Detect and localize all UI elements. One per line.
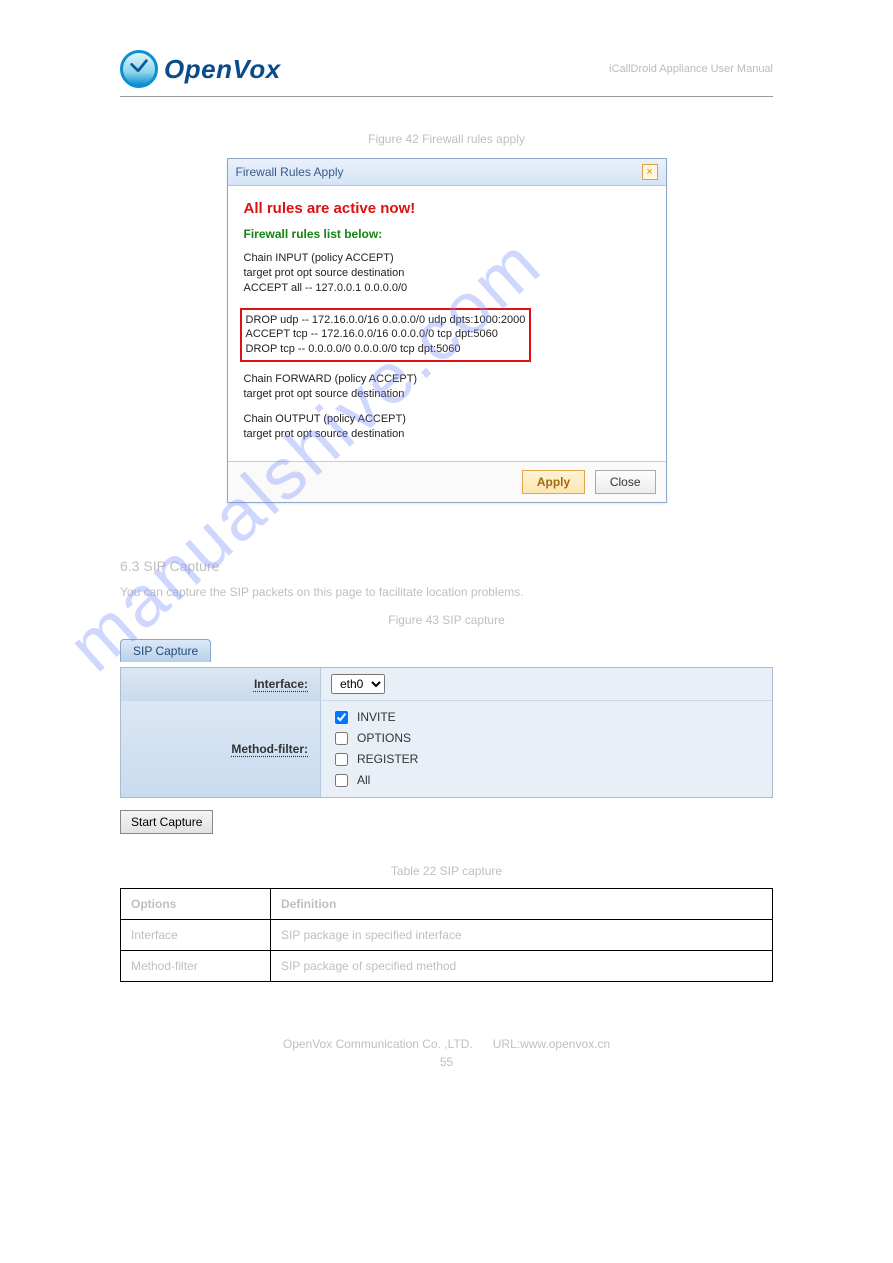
apply-button[interactable]: Apply	[522, 470, 585, 494]
table-header: Definition	[271, 888, 773, 919]
page-number: 55	[120, 1055, 773, 1069]
interface-select[interactable]: eth0	[331, 674, 385, 694]
sip-capture-table: Options Definition Interface SIP package…	[120, 888, 773, 982]
table-header: Options	[121, 888, 271, 919]
options-label: OPTIONS	[357, 731, 411, 745]
highlighted-rules-box: DROP udp -- 172.16.0.0/16 0.0.0.0/0 udp …	[240, 308, 532, 363]
all-label: All	[357, 773, 370, 787]
sip-capture-tab[interactable]: SIP Capture	[120, 639, 211, 662]
page-header: OpenVox iCallDroid Appliance User Manual	[120, 50, 773, 97]
rules-line: ACCEPT tcp -- 172.16.0.0/16 0.0.0.0/0 tc…	[246, 327, 526, 342]
table-cell: SIP package of specified method	[271, 950, 773, 981]
rules-line: ACCEPT all -- 127.0.0.1 0.0.0.0/0	[244, 281, 650, 296]
close-icon[interactable]: ×	[642, 164, 658, 180]
section-paragraph: You can capture the SIP packets on this …	[120, 582, 773, 602]
invite-checkbox[interactable]	[335, 711, 348, 724]
options-checkbox[interactable]	[335, 732, 348, 745]
close-button[interactable]: Close	[595, 470, 656, 494]
sip-capture-panel: Interface: eth0 Method-filter: INVITE	[120, 667, 773, 798]
table-cell: SIP package in specified interface	[271, 919, 773, 950]
logo: OpenVox	[120, 50, 281, 88]
status-message: All rules are active now!	[244, 200, 650, 217]
register-checkbox[interactable]	[335, 753, 348, 766]
rules-line: target prot opt source destination	[244, 387, 650, 402]
rules-line: DROP udp -- 172.16.0.0/16 0.0.0.0/0 udp …	[246, 313, 526, 328]
rules-list-heading: Firewall rules list below:	[244, 227, 650, 241]
rules-line: target prot opt source destination	[244, 266, 650, 281]
section-heading: 6.3 SIP Capture	[120, 558, 773, 574]
dialog-title: Firewall Rules Apply	[236, 165, 344, 179]
dialog-footer: Apply Close	[228, 461, 666, 502]
invite-label: INVITE	[357, 710, 396, 724]
footer-company: OpenVox Communication Co. ,LTD.	[283, 1037, 473, 1051]
all-checkbox[interactable]	[335, 774, 348, 787]
dialog-body: All rules are active now! Firewall rules…	[228, 186, 666, 461]
figure-caption-1: Figure 42 Firewall rules apply	[120, 132, 773, 146]
footer-url: URL:www.openvox.cn	[493, 1037, 610, 1051]
table-cell: Interface	[121, 919, 271, 950]
firewall-dialog: Firewall Rules Apply × All rules are act…	[227, 158, 667, 503]
logo-icon	[120, 50, 158, 88]
figure-caption-2: Figure 43 SIP capture	[120, 613, 773, 627]
page-footer: OpenVox Communication Co. ,LTD. URL:www.…	[120, 1037, 773, 1069]
interface-label: Interface:	[121, 668, 321, 700]
dialog-titlebar: Firewall Rules Apply ×	[228, 159, 666, 186]
table-cell: Method-filter	[121, 950, 271, 981]
table-caption: Table 22 SIP capture	[120, 864, 773, 878]
rules-line: target prot opt source destination	[244, 427, 650, 442]
rules-line: Chain INPUT (policy ACCEPT)	[244, 251, 650, 266]
rules-line: Chain FORWARD (policy ACCEPT)	[244, 372, 650, 387]
rules-block: Chain INPUT (policy ACCEPT) target prot …	[244, 251, 650, 441]
register-label: REGISTER	[357, 752, 418, 766]
logo-text: OpenVox	[164, 54, 281, 85]
header-doc-title: iCallDroid Appliance User Manual	[609, 63, 773, 75]
sip-capture-figure: SIP Capture Interface: eth0 Method-filte…	[120, 639, 773, 834]
rules-line: DROP tcp -- 0.0.0.0/0 0.0.0.0/0 tcp dpt:…	[246, 342, 526, 357]
rules-line: Chain OUTPUT (policy ACCEPT)	[244, 412, 650, 427]
start-capture-button[interactable]: Start Capture	[120, 810, 213, 834]
method-filter-label: Method-filter:	[121, 701, 321, 797]
